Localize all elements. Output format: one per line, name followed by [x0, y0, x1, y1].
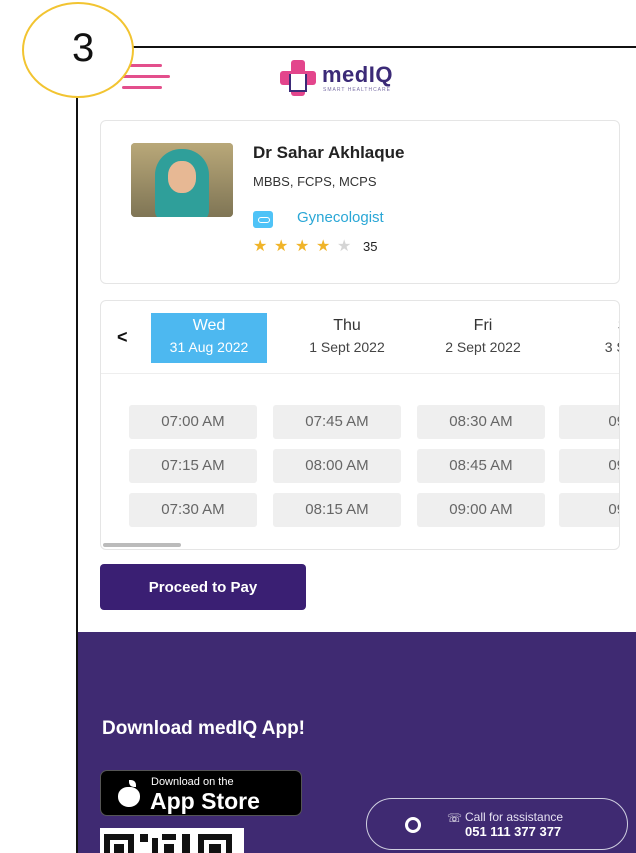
logo-cross-icon — [280, 60, 316, 96]
call-assistance-button[interactable]: ☏ Call for assistance 051 111 377 377 — [366, 798, 628, 850]
day-name: S — [563, 317, 619, 335]
chevron-left-icon[interactable]: < — [117, 327, 128, 348]
time-slot[interactable]: 09:4 — [559, 493, 619, 527]
day-date: 1 Sept 2022 — [309, 339, 385, 355]
apple-icon — [117, 780, 141, 807]
time-slot[interactable]: 08:30 AM — [417, 405, 545, 439]
time-slot[interactable]: 08:00 AM — [273, 449, 401, 483]
star-icon: ★ — [253, 238, 268, 255]
time-slot[interactable]: 07:15 AM — [129, 449, 257, 483]
footer: Download medIQ App! Download on the App … — [78, 632, 636, 853]
rating-count: 35 — [363, 239, 378, 254]
app-store-big-text: App Store — [150, 788, 260, 814]
time-slot[interactable]: 07:00 AM — [129, 405, 257, 439]
time-slot[interactable]: 08:15 AM — [273, 493, 401, 527]
time-slot[interactable]: 09:00 AM — [417, 493, 545, 527]
day-date: 31 Aug 2022 — [169, 339, 249, 355]
qr-code — [100, 828, 244, 853]
star-icon: ★ — [274, 238, 289, 255]
time-slot[interactable]: 09:1 — [559, 405, 619, 439]
doctor-specialty: Gynecologist — [297, 209, 384, 226]
schedule-divider — [101, 373, 619, 374]
time-slot[interactable]: 07:45 AM — [273, 405, 401, 439]
step-number-badge: 3 — [22, 2, 134, 98]
day-name: Wed — [192, 317, 226, 334]
logo-tagline: SMART HEALTHCARE — [323, 87, 391, 93]
chat-circle-icon — [405, 817, 421, 833]
phone-screen: medIQ SMART HEALTHCARE Dr Sahar Akhlaque… — [76, 46, 636, 853]
medIQ-logo[interactable]: medIQ SMART HEALTHCARE — [280, 60, 430, 98]
step-number: 3 — [72, 26, 95, 70]
star-icon: ★ — [316, 238, 331, 255]
time-slot[interactable]: 09:3 — [559, 449, 619, 483]
proceed-to-pay-button[interactable]: Proceed to Pay — [100, 564, 306, 610]
assist-label: Call for assistance — [465, 810, 564, 824]
footer-title: Download medIQ App! — [102, 718, 306, 739]
assist-number: 051 111 377 377 — [465, 824, 562, 839]
phone-icon: ☏ — [447, 811, 463, 825]
schedule-panel: < Wed 31 Aug 2022 Thu 1 Sept 2022 Fri 2 … — [100, 300, 620, 550]
page: 3 medIQ SMART HEALTHCARE Dr Sahar Akhlaq… — [0, 0, 636, 853]
horizontal-scrollbar[interactable] — [103, 543, 181, 547]
day-tab[interactable]: S 3 Sep — [563, 313, 619, 363]
specialty-icon — [253, 211, 273, 228]
app-header: medIQ SMART HEALTHCARE — [78, 48, 636, 110]
time-slot[interactable]: 07:30 AM — [129, 493, 257, 527]
day-name: Thu — [333, 317, 361, 334]
day-tab[interactable]: Fri 2 Sept 2022 — [421, 313, 545, 363]
doctor-qualifications: MBBS, FCPS, MCPS — [253, 174, 377, 189]
app-store-badge[interactable]: Download on the App Store — [100, 770, 302, 816]
time-slot[interactable]: 08:45 AM — [417, 449, 545, 483]
day-date: 3 Sep — [604, 339, 619, 355]
day-date: 2 Sept 2022 — [445, 339, 521, 355]
doctor-card: Dr Sahar Akhlaque MBBS, FCPS, MCPS Gynec… — [100, 120, 620, 284]
day-tab[interactable]: Wed 31 Aug 2022 — [151, 313, 267, 363]
logo-text: medIQ — [322, 62, 393, 87]
day-name: Fri — [473, 317, 493, 334]
doctor-name: Dr Sahar Akhlaque — [253, 143, 405, 162]
star-icon: ★ — [337, 238, 352, 255]
day-tab[interactable]: Thu 1 Sept 2022 — [287, 313, 407, 363]
doctor-avatar — [131, 143, 233, 217]
star-icon: ★ — [295, 238, 310, 255]
app-store-small-text: Download on the — [151, 776, 234, 788]
